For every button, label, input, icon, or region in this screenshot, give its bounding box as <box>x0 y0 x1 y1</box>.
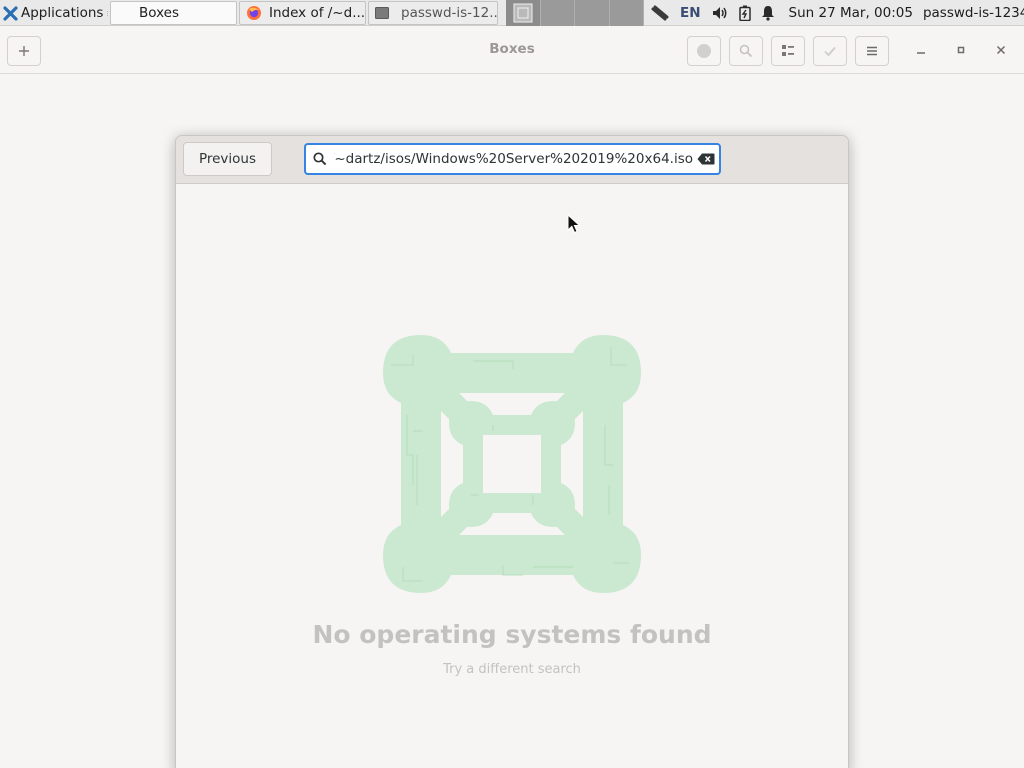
firefox-icon <box>247 6 261 20</box>
new-box-dialog: Previous No operating syst <box>175 135 849 768</box>
top-panel: Applications ≡ Boxes Index of /~d... pas… <box>0 0 1024 26</box>
view-mode-button[interactable] <box>771 36 805 66</box>
minimize-button[interactable] <box>911 40 931 60</box>
view-list-icon <box>782 45 794 56</box>
close-icon <box>996 45 1006 55</box>
taskbar-item-terminal[interactable]: passwd-is-12... <box>368 1 498 25</box>
minimize-icon <box>917 52 925 54</box>
record-icon <box>697 44 711 58</box>
applications-menu[interactable]: Applications ≡ <box>0 0 108 26</box>
dialog-header-bar: Previous <box>176 136 848 184</box>
boxes-logo-illustration <box>383 335 641 593</box>
workspace-1[interactable] <box>506 0 541 26</box>
search-button[interactable] <box>729 36 763 66</box>
keyboard-layout-indicator[interactable]: EN <box>680 5 701 21</box>
network-icon[interactable] <box>650 5 670 21</box>
empty-state-subtitle: Try a different search <box>443 662 581 677</box>
workspace-4[interactable] <box>609 0 644 26</box>
applications-label: Applications <box>21 5 104 21</box>
clear-search-icon[interactable] <box>693 153 719 165</box>
search-icon <box>739 44 753 58</box>
mouse-pointer-icon <box>567 214 581 234</box>
menu-icon <box>867 46 877 56</box>
maximize-icon <box>957 46 965 54</box>
search-input[interactable] <box>334 151 693 167</box>
menu-grip-icon: ≡ <box>106 7 108 20</box>
xfce-logo-icon <box>3 5 18 21</box>
selection-mode-button[interactable] <box>813 36 847 66</box>
workspace-3[interactable] <box>575 0 610 26</box>
taskbar-item-label: passwd-is-12... <box>401 5 497 21</box>
workspace-2[interactable] <box>540 0 575 26</box>
user-menu[interactable]: passwd-is-1234 <box>923 5 1024 21</box>
record-button[interactable] <box>687 36 721 66</box>
taskbar-item-label: Index of /~d... <box>269 5 365 21</box>
terminal-icon <box>375 7 389 19</box>
workspace-switcher[interactable] <box>506 0 644 26</box>
maximize-button[interactable] <box>951 40 971 60</box>
previous-button[interactable]: Previous <box>183 142 272 176</box>
empty-state-title: No operating systems found <box>312 620 712 649</box>
system-tray: EN Sun 27 Mar, 00:05 passwd-is-1234 <box>650 0 1024 26</box>
taskbar-item-boxes[interactable]: Boxes <box>110 1 237 25</box>
close-button[interactable] <box>991 40 1011 60</box>
volume-icon[interactable] <box>711 5 729 21</box>
search-icon <box>306 152 334 166</box>
taskbar-item-firefox[interactable]: Index of /~d... <box>239 1 366 25</box>
select-check-icon <box>824 46 836 57</box>
header-bar: Boxes <box>0 26 1024 74</box>
notifications-bell-icon[interactable] <box>761 5 775 21</box>
boxes-window-icon <box>513 3 533 23</box>
taskbar-item-label: Boxes <box>139 5 180 21</box>
main-menu-button[interactable] <box>855 36 889 66</box>
search-entry[interactable] <box>304 143 721 175</box>
battery-icon[interactable] <box>738 5 751 21</box>
clock[interactable]: Sun 27 Mar, 00:05 <box>789 5 913 21</box>
